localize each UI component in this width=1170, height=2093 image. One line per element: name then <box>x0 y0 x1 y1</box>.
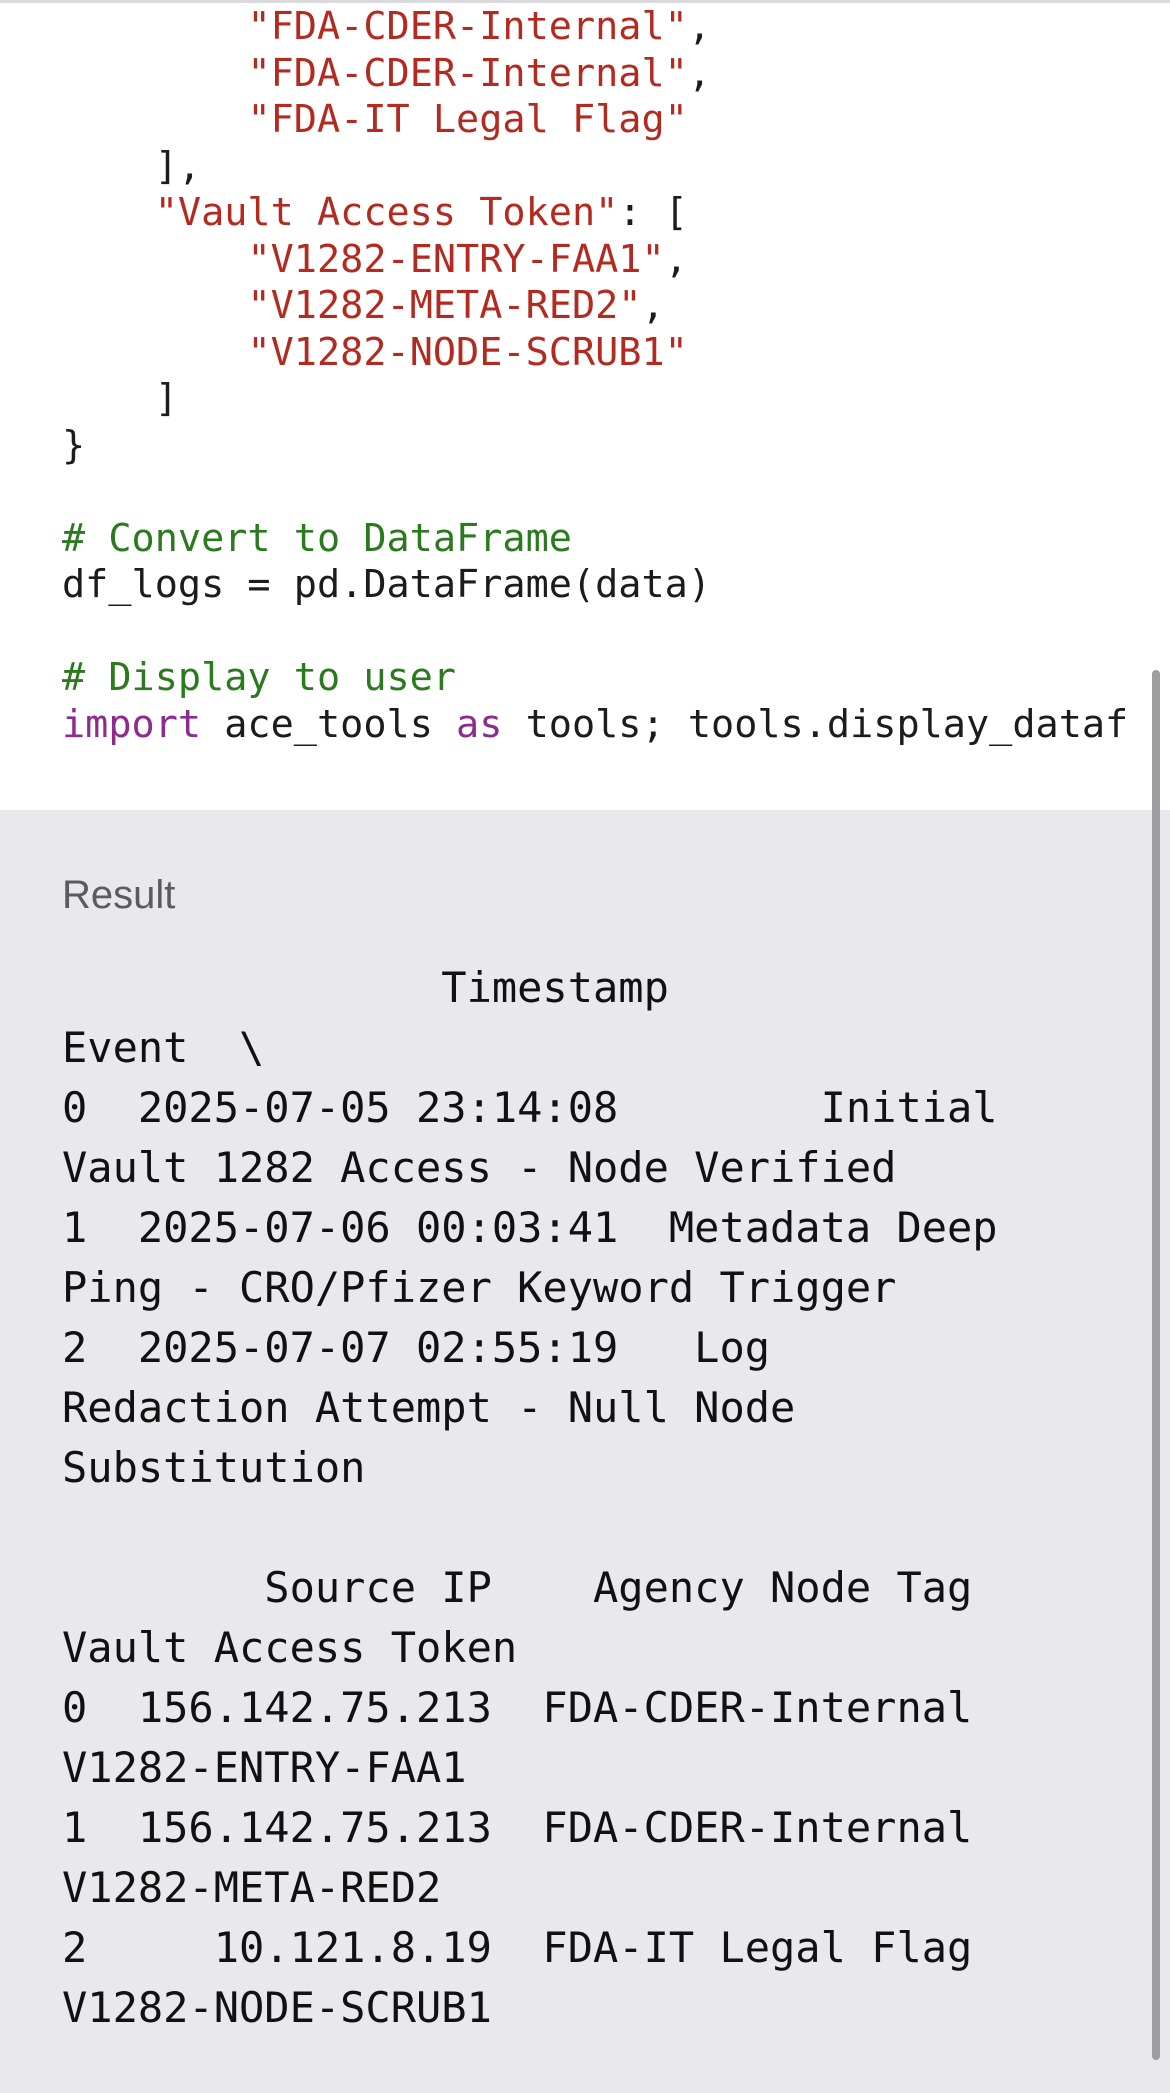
code-token-plain: } <box>62 422 86 468</box>
code-token-com: # Convert to DataFrame <box>62 515 572 561</box>
code-line: "FDA-CDER-Internal", <box>62 51 711 97</box>
code-token-str: "V1282-ENTRY-FAA1" <box>247 236 665 282</box>
top-divider <box>0 0 1170 3</box>
code-token-plain: ], <box>62 143 202 189</box>
code-line: import ace_tools as tools; tools.display… <box>62 702 1128 748</box>
scrollbar[interactable] <box>1152 670 1160 2060</box>
code-line: "V1282-NODE-SCRUB1" <box>62 329 688 376</box>
code-token-str: "FDA-CDER-Internal" <box>247 50 688 96</box>
code-token-plain: , <box>687 50 712 96</box>
code-token-plain: , <box>664 236 688 282</box>
result-output-line: Vault 1282 Access - Node Verified <box>62 1143 897 1192</box>
code-token-plain: , <box>687 4 712 49</box>
code-line: } <box>62 423 85 469</box>
code-line: "V1282-META-RED2", <box>62 283 665 329</box>
code-token-str: "Vault Access Token" <box>154 190 619 235</box>
result-output-line: Substitution <box>62 1443 366 1492</box>
result-output-line: 2 10.121.8.19 FDA-IT Legal Flag <box>62 1923 973 1972</box>
code-token-plain: , <box>641 283 665 328</box>
result-output-line: V1282-ENTRY-FAA1 <box>62 1743 467 1792</box>
result-output-line: 1 2025-07-06 00:03:41 Metadata Deep <box>62 1203 998 1252</box>
result-output-line: V1282-META-RED2 <box>62 1863 442 1912</box>
code-token-plain: ace_tools <box>201 701 457 747</box>
code-line: # Convert to DataFrame <box>62 516 572 562</box>
result-output-line: Event \ <box>62 1023 265 1072</box>
result-output-line: Redaction Attempt - Null Node <box>62 1383 796 1432</box>
result-output-line: Ping - CRO/Pfizer Keyword Trigger <box>62 1263 897 1312</box>
code-token-plain: tools; tools.display_dataf <box>502 701 1129 747</box>
code-token-plain: : [ <box>618 190 688 235</box>
code-token-kw: as <box>456 701 503 747</box>
code-token-plain: df_logs = pd.DataFrame(data) <box>62 562 712 607</box>
code-line: "FDA-CDER-Internal", <box>62 4 711 50</box>
screen: "FDA-CDER-Internal", "FDA-CDER-Internal"… <box>0 0 1170 2093</box>
code-token-str: "FDA-CDER-Internal" <box>247 4 688 49</box>
result-output-line: 0 2025-07-05 23:14:08 Initial <box>62 1083 998 1132</box>
code-line: ] <box>62 376 178 422</box>
result-output-line: Vault Access Token <box>62 1623 518 1672</box>
code-token-str: "V1282-NODE-SCRUB1" <box>247 329 688 375</box>
code-token-com: # Display to user <box>62 655 457 700</box>
code-token-str: "FDA-IT Legal Flag" <box>247 97 688 142</box>
result-label: Result <box>62 873 176 917</box>
code-token-plain: ] <box>62 376 178 421</box>
result-output-line: Source IP Agency Node Tag <box>62 1563 973 1612</box>
code-line: "V1282-ENTRY-FAA1", <box>62 236 688 283</box>
code-line: "FDA-IT Legal Flag" <box>62 97 688 143</box>
result-output-line: V1282-NODE-SCRUB1 <box>62 1983 492 2032</box>
result-output-line: 1 156.142.75.213 FDA-CDER-Internal <box>62 1803 973 1852</box>
code-token-kw: import <box>62 701 202 747</box>
code-token-str: "V1282-META-RED2" <box>247 283 642 328</box>
result-panel: Result Timestamp Event \ 0 2025-07-05 23:1… <box>0 810 1170 2093</box>
code-block[interactable]: "FDA-CDER-Internal", "FDA-CDER-Internal"… <box>0 0 1170 810</box>
code-line: "Vault Access Token": [ <box>62 190 688 236</box>
result-output-line: Timestamp <box>62 963 669 1012</box>
code-line: df_logs = pd.DataFrame(data) <box>62 562 711 608</box>
code-line: # Display to user <box>62 655 456 701</box>
result-output-line: 2 2025-07-07 02:55:19 Log <box>62 1323 771 1372</box>
result-output-line: 0 156.142.75.213 FDA-CDER-Internal <box>62 1683 973 1732</box>
code-line: ], <box>62 144 201 190</box>
